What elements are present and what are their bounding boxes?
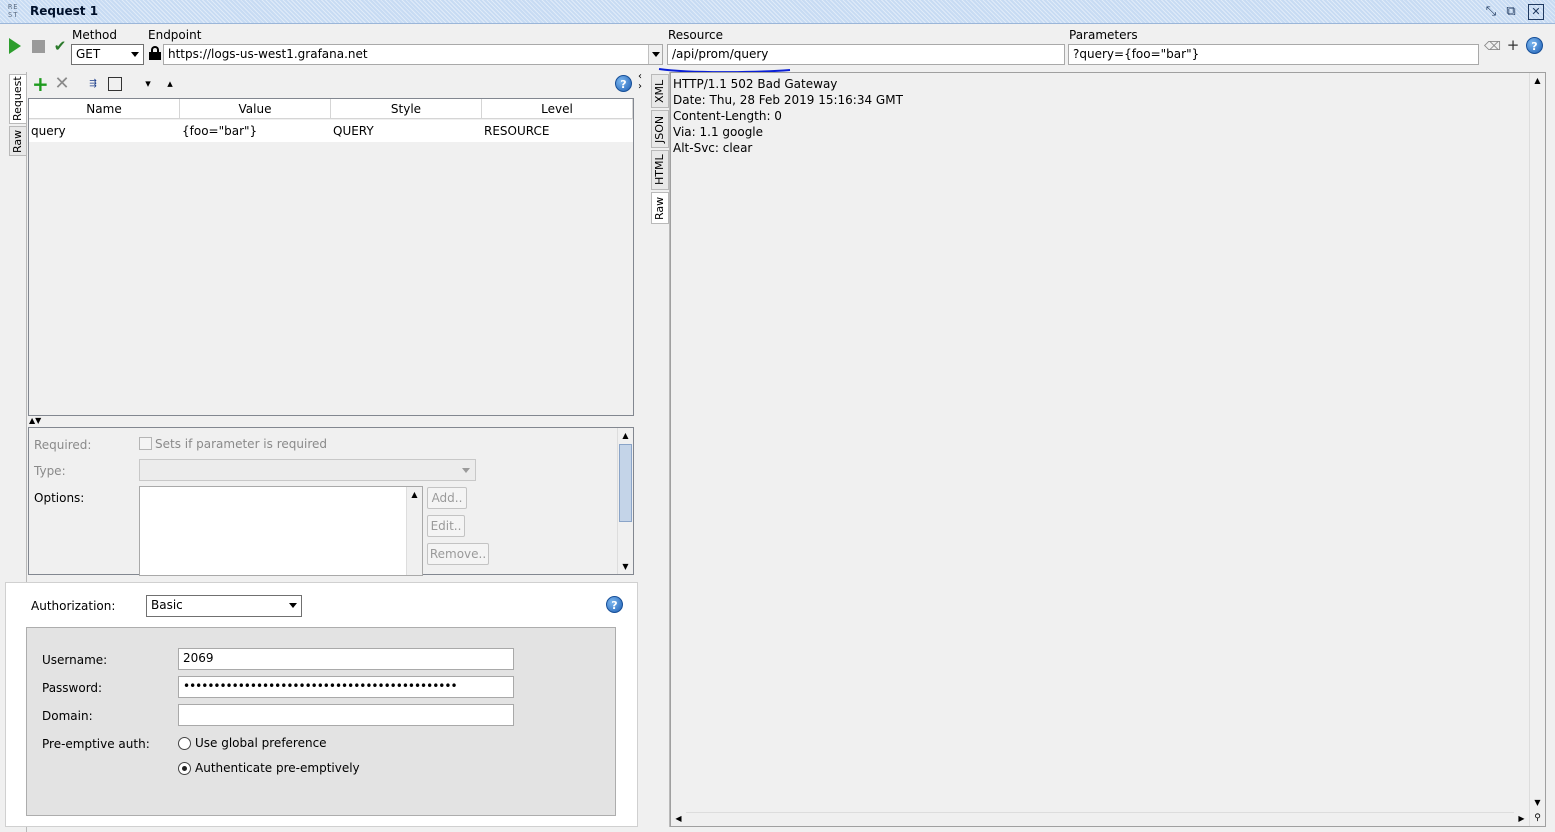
scroll-up-icon[interactable]: ▲ (407, 487, 422, 502)
clear-icon[interactable]: ⌫ (1484, 38, 1501, 54)
move-down-icon[interactable]: ▾ (140, 76, 156, 92)
type-select[interactable] (139, 459, 476, 481)
username-input[interactable]: 2069 (178, 648, 514, 670)
scroll-down-icon[interactable]: ▼ (1530, 795, 1545, 810)
required-checkbox-label: Sets if parameter is required (155, 437, 327, 451)
rest-logo-icon: RE ST (8, 3, 19, 19)
chevron-down-icon (289, 603, 297, 608)
preemptive-auth-label: Pre-emptive auth: (42, 737, 150, 751)
cell-style[interactable]: QUERY (331, 120, 482, 142)
column-header-style[interactable]: Style (331, 99, 482, 119)
required-label: Required: (34, 438, 92, 452)
response-line: Alt-Svc: clear (673, 141, 753, 155)
authorization-panel: Authorization: Basic ? Username: 2069 Pa… (5, 582, 638, 827)
scrollbar-thumb[interactable] (619, 444, 632, 522)
tab-raw-request[interactable]: Raw (9, 126, 27, 156)
remove-option-button[interactable]: Remove.. (427, 543, 489, 565)
radio-label-global: Use global preference (195, 736, 327, 750)
response-text: HTTP/1.1 502 Bad Gateway Date: Thu, 28 F… (673, 76, 903, 156)
endpoint-combo[interactable]: https://logs-us-west1.grafana.net (163, 44, 663, 65)
response-line: Date: Thu, 28 Feb 2019 15:16:34 GMT (673, 93, 903, 107)
domain-label: Domain: (42, 709, 93, 723)
chevron-down-icon (462, 468, 470, 473)
play-icon[interactable] (9, 38, 21, 54)
parameters-label: Parameters (1069, 28, 1138, 42)
type-label: Type: (34, 464, 66, 478)
username-label: Username: (42, 653, 108, 667)
cell-level[interactable]: RESOURCE (482, 120, 633, 142)
detach-icon[interactable]: ⧉ (1503, 4, 1519, 20)
plus-icon[interactable]: + (1505, 37, 1521, 53)
edit-option-button[interactable]: Edit.. (427, 515, 465, 537)
window-title: Request 1 (30, 4, 99, 18)
scroll-down-icon[interactable]: ▼ (618, 559, 633, 574)
delete-parameter-icon[interactable]: ✕ (54, 75, 70, 93)
scroll-left-icon[interactable]: ◀ (671, 812, 686, 826)
help-icon[interactable]: ? (606, 596, 623, 613)
expand-icon[interactable] (108, 77, 122, 91)
response-raw-view[interactable]: HTTP/1.1 502 Bad Gateway Date: Thu, 28 F… (670, 72, 1546, 827)
scroll-up-icon[interactable]: ▲ (1530, 73, 1545, 88)
authorization-label: Authorization: (31, 599, 116, 613)
tab-raw-response[interactable]: Raw (651, 192, 669, 224)
close-icon[interactable]: ✕ (1528, 4, 1544, 20)
column-header-name[interactable]: Name (29, 99, 180, 119)
check-icon[interactable]: ✔ (52, 38, 68, 54)
cell-name[interactable]: query (29, 120, 180, 142)
parameter-details-panel: Required: Sets if parameter is required … (28, 427, 634, 576)
tab-html[interactable]: HTML (651, 150, 669, 190)
endpoint-label: Endpoint (148, 28, 202, 42)
help-icon[interactable]: ? (1526, 37, 1543, 54)
radio-use-global-preference[interactable] (178, 737, 191, 750)
scroll-up-icon[interactable]: ▲ (618, 428, 633, 443)
authorization-select[interactable]: Basic (146, 595, 302, 617)
endpoint-value: https://logs-us-west1.grafana.net (168, 47, 368, 61)
response-line: Via: 1.1 google (673, 125, 764, 139)
basic-auth-box: Username: 2069 Password: •••••••••••••••… (26, 627, 616, 816)
parameters-table: Name Value Style Level query {foo="bar"}… (28, 98, 634, 416)
response-horizontal-scrollbar[interactable]: ◀ ▶ (671, 812, 1529, 826)
resource-label: Resource (668, 28, 724, 42)
options-scrollbar[interactable]: ▲ (406, 487, 422, 575)
column-header-level[interactable]: Level (482, 99, 633, 119)
method-label: Method (72, 28, 118, 42)
radio-authenticate-preemptively[interactable] (178, 762, 191, 775)
window-title-bar (0, 0, 1555, 24)
tab-json[interactable]: JSON (651, 110, 669, 148)
column-header-value[interactable]: Value (180, 99, 331, 119)
cell-value[interactable]: {foo="bar"} (180, 120, 331, 142)
table-row[interactable]: query {foo="bar"} QUERY RESOURCE (29, 120, 633, 142)
url-icon[interactable]: ⇶ (85, 76, 101, 92)
lock-icon (149, 46, 161, 60)
move-up-icon[interactable]: ▴ (162, 76, 178, 92)
details-scrollbar[interactable]: ▲ ▼ (617, 428, 633, 574)
stop-icon[interactable] (32, 40, 45, 53)
restore-icon[interactable]: ⤡ (1483, 4, 1499, 20)
tab-xml[interactable]: XML (651, 74, 669, 108)
help-icon[interactable]: ? (615, 75, 632, 92)
chevron-down-icon (652, 52, 660, 57)
add-option-button[interactable]: Add.. (427, 487, 467, 509)
splitter-arrows-icon[interactable]: ▲▼ (29, 416, 41, 426)
chevron-down-icon (131, 52, 139, 57)
zoom-icon[interactable]: ⚲ (1530, 811, 1545, 826)
method-select[interactable]: GET (71, 44, 144, 65)
authorization-value: Basic (151, 598, 183, 612)
method-value: GET (76, 47, 101, 61)
response-line: HTTP/1.1 502 Bad Gateway (673, 77, 838, 91)
scroll-right-icon[interactable]: ▶ (1514, 812, 1529, 826)
password-input[interactable]: ••••••••••••••••••••••••••••••••••••••••… (178, 676, 514, 698)
response-vertical-scrollbar[interactable]: ▲ ▼ ⚲ (1529, 73, 1545, 826)
tab-request[interactable]: Request (9, 74, 27, 124)
response-line: Content-Length: 0 (673, 109, 782, 123)
required-checkbox[interactable] (139, 437, 152, 450)
domain-input[interactable] (178, 704, 514, 726)
options-list[interactable]: ▲ (139, 486, 423, 576)
options-label: Options: (34, 491, 85, 505)
password-label: Password: (42, 681, 103, 695)
add-parameter-icon[interactable]: + (32, 74, 49, 94)
collapse-arrows-icon[interactable]: ‹ › (638, 72, 648, 92)
radio-label-preemptive: Authenticate pre-emptively (195, 761, 360, 775)
